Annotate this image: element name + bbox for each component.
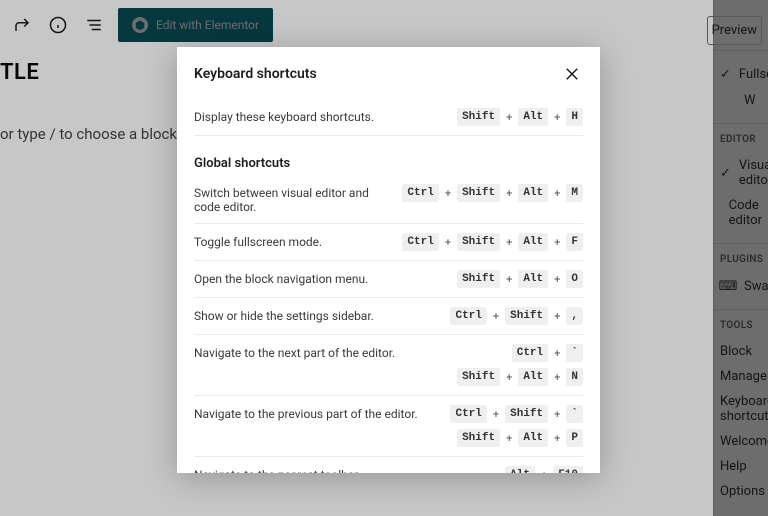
key: Alt (518, 108, 548, 126)
modal-body[interactable]: Display these keyboard shortcuts. Shift+A… (177, 99, 600, 473)
key: P (566, 429, 583, 447)
key: Alt (518, 184, 548, 202)
key: Ctrl (402, 184, 438, 202)
key: Shift (457, 270, 500, 288)
key: Ctrl (450, 307, 486, 325)
shortcut-keys: Ctrl+Shift+`Shift+Alt+P (450, 405, 583, 447)
shortcut-row: Toggle fullscreen mode. Ctrl+Shift+Alt+F (194, 224, 583, 261)
key: Shift (457, 368, 500, 386)
shortcut-row: Navigate to the nearest toolbar. Alt+F10 (194, 457, 583, 473)
key: Shift (457, 108, 500, 126)
key: H (566, 108, 583, 126)
key: F10 (553, 466, 583, 473)
shortcut-desc: Open the block navigation menu. (194, 270, 445, 286)
key: , (566, 307, 583, 325)
shortcut-keys: Ctrl+`Shift+Alt+N (457, 344, 583, 386)
shortcut-keys: Ctrl+Shift+, (450, 307, 583, 325)
key: Shift (505, 307, 548, 325)
key: O (566, 270, 583, 288)
key: Ctrl (450, 405, 486, 423)
shortcut-row: Switch between visual editor and code ed… (194, 175, 583, 224)
key: Alt (505, 466, 535, 473)
key: Alt (518, 233, 548, 251)
shortcut-desc: Navigate to the previous part of the edi… (194, 405, 438, 421)
shortcut-desc: Show or hide the settings sidebar. (194, 307, 438, 323)
key: Ctrl (402, 233, 438, 251)
close-icon (563, 65, 581, 83)
shortcut-desc: Navigate to the next part of the editor. (194, 344, 445, 360)
key: N (566, 368, 583, 386)
key: ` (566, 344, 583, 362)
section-heading: Global shortcuts (194, 136, 583, 175)
key: M (566, 184, 583, 202)
key: Shift (505, 405, 548, 423)
shortcut-row: Show or hide the settings sidebar. Ctrl+S… (194, 298, 583, 335)
key: F (566, 233, 583, 251)
key: Shift (457, 184, 500, 202)
close-button[interactable] (561, 63, 583, 85)
key: ` (566, 405, 583, 423)
key: Alt (518, 270, 548, 288)
shortcut-desc: Switch between visual editor and code ed… (194, 184, 390, 214)
shortcut-keys: Shift+Alt+H (457, 108, 583, 126)
shortcut-desc: Navigate to the nearest toolbar. (194, 466, 493, 473)
shortcut-row: Display these keyboard shortcuts. Shift+A… (194, 99, 583, 136)
shortcut-row: Navigate to the previous part of the edi… (194, 396, 583, 457)
keyboard-shortcuts-modal: Keyboard shortcuts Display these keyboar… (177, 47, 600, 473)
key: Alt (518, 429, 548, 447)
shortcut-desc: Toggle fullscreen mode. (194, 233, 390, 249)
key: Ctrl (512, 344, 548, 362)
shortcut-row: Open the block navigation menu. Shift+Alt… (194, 261, 583, 298)
shortcut-keys: Shift+Alt+O (457, 270, 583, 288)
key: Shift (457, 429, 500, 447)
shortcut-keys: Ctrl+Shift+Alt+F (402, 233, 583, 251)
shortcut-keys: Alt+F10 (505, 466, 583, 473)
modal-title: Keyboard shortcuts (194, 66, 317, 82)
key: Alt (518, 368, 548, 386)
key: Shift (457, 233, 500, 251)
shortcut-row: Navigate to the next part of the editor.… (194, 335, 583, 396)
shortcut-desc: Display these keyboard shortcuts. (194, 108, 445, 124)
shortcut-keys: Ctrl+Shift+Alt+M (402, 184, 583, 202)
